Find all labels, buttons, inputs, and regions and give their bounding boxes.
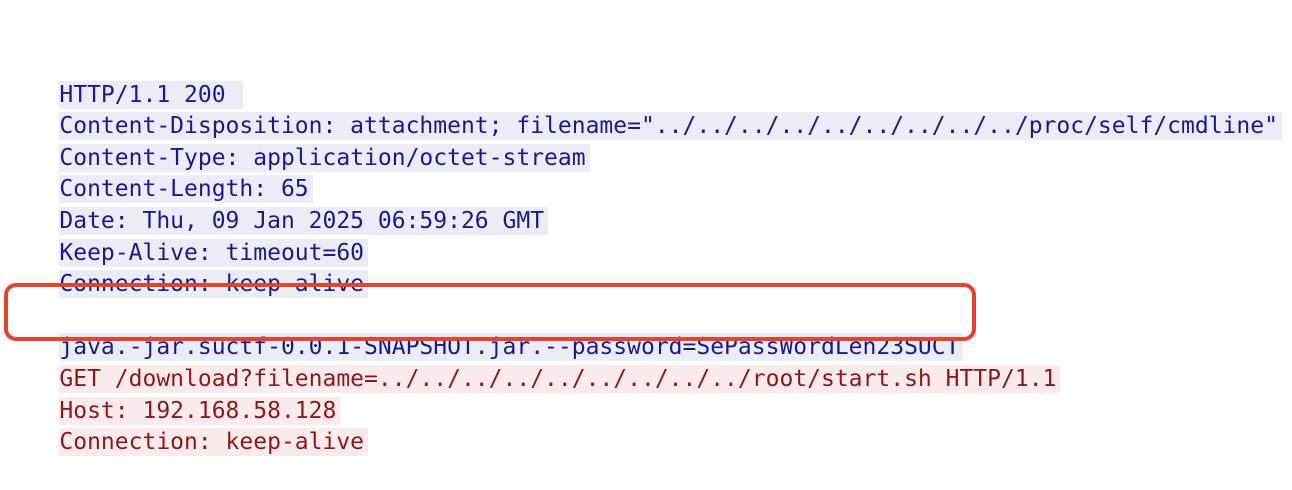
response-body-line: java.-jar.suctf-0.0.1-SNAPSHOT.jar.--pas… — [4, 301, 1282, 362]
connection-header: Connection: keep-alive — [59, 270, 369, 299]
keep-alive-header: Keep-Alive: timeout=60 — [59, 238, 369, 267]
response-body-text: java.-jar.suctf-0.0.1-SNAPSHOT.jar.--pas… — [59, 333, 964, 362]
content-disposition-header: Content-Disposition: attachment; filenam… — [59, 112, 1282, 141]
request-line-text: GET /download?filename=../../../../../..… — [59, 364, 1061, 393]
tcp-stream-view: HTTP/1.1 200 Content-Disposition: attach… — [4, 48, 1282, 457]
request-connection-header: Connection: keep-alive — [59, 428, 369, 457]
content-type-header: Content-Type: application/octet-stream — [59, 143, 590, 172]
host-header: Host: 192.168.58.128 — [59, 396, 341, 425]
status-line-text: HTTP/1.1 200 — [59, 80, 244, 109]
date-header: Date: Thu, 09 Jan 2025 06:59:26 GMT — [59, 206, 549, 235]
response-status-line: HTTP/1.1 200 — [4, 48, 1282, 109]
content-length-header: Content-Length: 65 — [59, 175, 313, 204]
